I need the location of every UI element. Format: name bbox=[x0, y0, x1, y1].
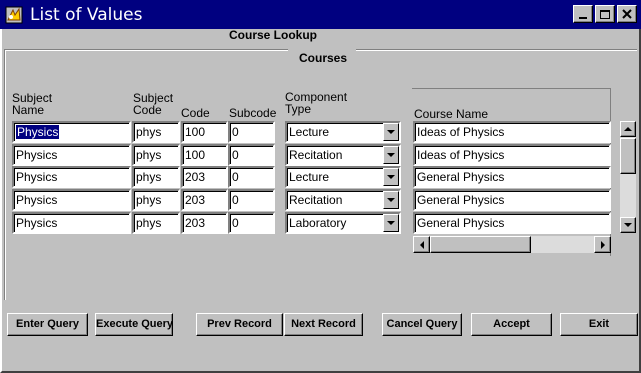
horizontal-scroll-thumb[interactable] bbox=[430, 236, 531, 253]
maximize-icon bbox=[600, 9, 610, 19]
subject-name-field[interactable]: Physics bbox=[12, 166, 131, 188]
component-type-select[interactable]: Recitation bbox=[285, 144, 401, 166]
heading-divider bbox=[4, 49, 288, 51]
title-bar: List of Values bbox=[0, 0, 641, 29]
app-icon[interactable] bbox=[4, 5, 24, 25]
left-frame-edge bbox=[4, 50, 6, 300]
component-type-select[interactable]: Lecture bbox=[285, 166, 401, 188]
subject-code-field[interactable]: phys bbox=[132, 212, 180, 234]
subject-code-label: Subject Code bbox=[133, 91, 174, 117]
window-title: List of Values bbox=[30, 4, 143, 25]
component-type-select[interactable]: Recitation bbox=[285, 189, 401, 211]
course-name-field[interactable]: General Physics bbox=[413, 166, 611, 188]
minimize-button[interactable] bbox=[573, 5, 593, 23]
accept-button[interactable]: Accept bbox=[471, 313, 552, 336]
enter-query-button[interactable]: Enter Query bbox=[7, 313, 88, 336]
code-field[interactable]: 203 bbox=[181, 189, 228, 211]
subject-name-field[interactable]: Physics bbox=[12, 121, 131, 143]
next-record-button[interactable]: Next Record bbox=[284, 313, 363, 336]
execute-query-button[interactable]: Execute Query bbox=[95, 313, 173, 336]
subcode-label: Subcode bbox=[229, 106, 277, 120]
code-field[interactable]: 100 bbox=[181, 121, 228, 143]
scroll-left-icon[interactable] bbox=[413, 236, 430, 253]
heading-divider-right bbox=[356, 49, 637, 51]
subject-code-field[interactable]: phys bbox=[132, 189, 180, 211]
group-title: Courses bbox=[299, 51, 348, 65]
code-label: Code bbox=[181, 106, 210, 120]
dropdown-arrow-icon[interactable] bbox=[383, 123, 399, 141]
dropdown-arrow-icon[interactable] bbox=[383, 214, 399, 232]
course-name-field[interactable]: Ideas of Physics bbox=[413, 144, 611, 166]
subject-name-label: Subject Name bbox=[12, 91, 53, 117]
component-type-label: Component Type bbox=[285, 90, 348, 116]
subject-code-field[interactable]: phys bbox=[132, 121, 180, 143]
minimize-icon bbox=[579, 17, 587, 19]
maximize-button[interactable] bbox=[595, 5, 615, 23]
subcode-field[interactable]: 0 bbox=[228, 189, 275, 211]
component-type-select[interactable]: Lecture bbox=[285, 121, 401, 143]
cancel-query-button[interactable]: Cancel Query bbox=[382, 313, 462, 336]
code-field[interactable]: 203 bbox=[181, 212, 228, 234]
subject-name-field[interactable]: Physics bbox=[12, 144, 131, 166]
close-button[interactable] bbox=[617, 5, 637, 23]
dropdown-arrow-icon[interactable] bbox=[383, 168, 399, 186]
dropdown-arrow-icon[interactable] bbox=[383, 191, 399, 209]
page-heading: Course Lookup bbox=[229, 28, 318, 42]
subcode-field[interactable]: 0 bbox=[228, 121, 275, 143]
course-name-field[interactable]: General Physics bbox=[413, 212, 611, 234]
subcode-field[interactable]: 0 bbox=[228, 144, 275, 166]
code-field[interactable]: 203 bbox=[181, 166, 228, 188]
course-name-field[interactable]: General Physics bbox=[413, 189, 611, 211]
code-field[interactable]: 100 bbox=[181, 144, 228, 166]
exit-button[interactable]: Exit bbox=[560, 313, 638, 336]
prev-record-button[interactable]: Prev Record bbox=[196, 313, 283, 336]
scroll-down-icon[interactable] bbox=[620, 217, 636, 233]
subject-code-field[interactable]: phys bbox=[132, 144, 180, 166]
subject-code-field[interactable]: phys bbox=[132, 166, 180, 188]
course-name-label: Course Name bbox=[414, 107, 489, 121]
subject-name-field[interactable]: Physics bbox=[12, 212, 131, 234]
component-type-select[interactable]: Laboratory bbox=[285, 212, 401, 234]
vertical-scroll-thumb[interactable] bbox=[620, 138, 636, 174]
subcode-field[interactable]: 0 bbox=[228, 166, 275, 188]
course-name-field[interactable]: Ideas of Physics bbox=[413, 121, 611, 143]
dropdown-arrow-icon[interactable] bbox=[383, 146, 399, 164]
scroll-up-icon[interactable] bbox=[620, 121, 636, 137]
subcode-field[interactable]: 0 bbox=[228, 212, 275, 234]
close-icon bbox=[622, 9, 632, 19]
scroll-right-icon[interactable] bbox=[594, 236, 611, 253]
subject-name-field[interactable]: Physics bbox=[12, 189, 131, 211]
